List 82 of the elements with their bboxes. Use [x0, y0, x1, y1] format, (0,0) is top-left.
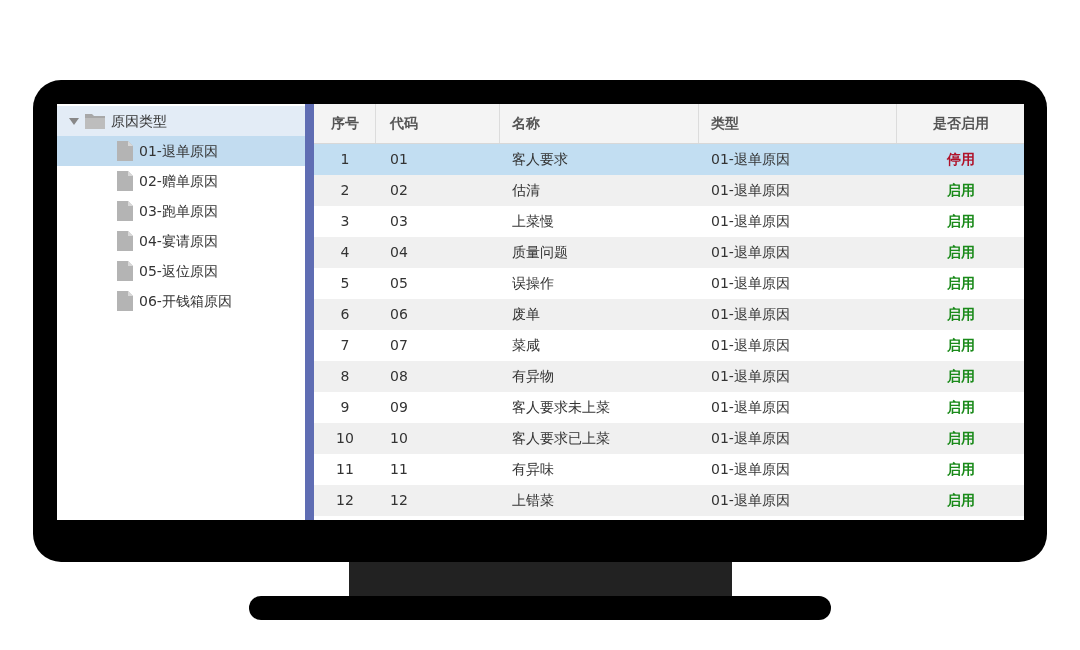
table-cell-text: 01-退单原因 [710, 336, 791, 355]
table-cell-text: 6 [339, 305, 351, 324]
status-cell-text: 启用 [945, 460, 976, 479]
table-cell-text: 客人要求未上菜 [511, 398, 611, 417]
folder-icon [85, 113, 105, 129]
status-cell-text: 停用 [945, 150, 976, 169]
file-icon [117, 171, 133, 191]
table-cell-text: 11 [389, 460, 409, 479]
table-cell-text: 7 [339, 336, 351, 355]
table-cell-text: 10 [335, 429, 355, 448]
table-row[interactable]: 4 04 质量问题 01-退单原因 启用 [314, 237, 1024, 268]
column-header[interactable]: 类型 [699, 104, 897, 143]
status-cell-text: 启用 [945, 243, 976, 262]
table-cell-text: 01-退单原因 [710, 491, 791, 510]
table-cell-text: 12 [389, 491, 409, 510]
file-icon [117, 201, 133, 221]
file-icon [117, 231, 133, 251]
table-row[interactable]: 10 10 客人要求已上菜 01-退单原因 启用 [314, 423, 1024, 454]
table-cell-text: 11 [335, 460, 355, 479]
status-cell-text: 启用 [945, 429, 976, 448]
table-cell-text: 有异味 [511, 460, 555, 479]
status-cell-text: 启用 [945, 491, 976, 510]
table-row[interactable]: 1 01 客人要求 01-退单原因 停用 [314, 144, 1024, 175]
table-cell-text: 质量问题 [511, 243, 569, 262]
status-cell-text: 启用 [945, 212, 976, 231]
table-cell-text: 02 [389, 181, 409, 200]
table-cell-text: 有异物 [511, 367, 555, 386]
table-cell-text: 01-退单原因 [710, 181, 791, 200]
table-cell-text: 01-退单原因 [710, 274, 791, 293]
table-cell-text: 5 [339, 274, 351, 293]
table-cell-text: 01-退单原因 [710, 398, 791, 417]
table-cell-text: 01-退单原因 [710, 460, 791, 479]
table-cell-text: 上菜慢 [511, 212, 555, 231]
column-header[interactable]: 名称 [500, 104, 699, 143]
file-icon [117, 141, 133, 161]
table-cell-text: 01-退单原因 [710, 429, 791, 448]
table-cell-text: 01-退单原因 [710, 212, 791, 231]
status-cell-text: 启用 [945, 398, 976, 417]
status-cell-text: 启用 [945, 305, 976, 324]
table-cell-text: 07 [389, 336, 409, 355]
table-cell-text: 03 [389, 212, 409, 231]
table-cell-text: 10 [389, 429, 409, 448]
table-cell-text: 01-退单原因 [710, 367, 791, 386]
table-cell-text: 误操作 [511, 274, 555, 293]
column-header[interactable]: 是否启用 [897, 104, 1024, 143]
column-header[interactable]: 序号 [314, 104, 376, 143]
tree-root-label[interactable]: 原因类型 [111, 110, 167, 132]
file-icon [117, 291, 133, 311]
table-cell-text: 01-退单原因 [710, 243, 791, 262]
table-cell-text: 客人要求 [511, 150, 569, 169]
table-cell-text: 09 [389, 398, 409, 417]
table-row[interactable]: 8 08 有异物 01-退单原因 启用 [314, 361, 1024, 392]
table-cell-text: 01-退单原因 [710, 150, 791, 169]
table-cell-text: 菜咸 [511, 336, 541, 355]
status-cell-text: 启用 [945, 274, 976, 293]
table-cell-text: 客人要求已上菜 [511, 429, 611, 448]
table-cell-text: 01-退单原因 [710, 305, 791, 324]
table-cell-text: 08 [389, 367, 409, 386]
table-cell-text: 06 [389, 305, 409, 324]
status-cell-text: 启用 [945, 336, 976, 355]
table-cell-text: 8 [339, 367, 351, 386]
table-row[interactable]: 2 02 估清 01-退单原因 启用 [314, 175, 1024, 206]
table-cell-text: 4 [339, 243, 351, 262]
table-cell-text: 12 [335, 491, 355, 510]
table-cell-text: 上错菜 [511, 491, 555, 510]
table-cell-text: 9 [339, 398, 351, 417]
table-cell-text: 2 [339, 181, 351, 200]
table-cell-text: 04 [389, 243, 409, 262]
table-cell-text: 3 [339, 212, 351, 231]
status-cell-text: 启用 [945, 367, 976, 386]
status-cell-text: 启用 [945, 181, 976, 200]
table-cell-text: 05 [389, 274, 409, 293]
table-row[interactable]: 12 12 上错菜 01-退单原因 启用 [314, 485, 1024, 516]
table-cell-text: 估清 [511, 181, 541, 200]
tree-item[interactable]: 01-退单原因 [57, 136, 305, 166]
expanded-triangle-icon[interactable] [69, 116, 79, 126]
table-cell-text: 1 [339, 150, 351, 169]
table-cell-text: 01 [389, 150, 409, 169]
column-header[interactable]: 代码 [376, 104, 500, 143]
table-row[interactable]: 6 06 废单 01-退单原因 启用 [314, 299, 1024, 330]
file-icon [117, 261, 133, 281]
table-cell-text: 废单 [511, 305, 541, 324]
